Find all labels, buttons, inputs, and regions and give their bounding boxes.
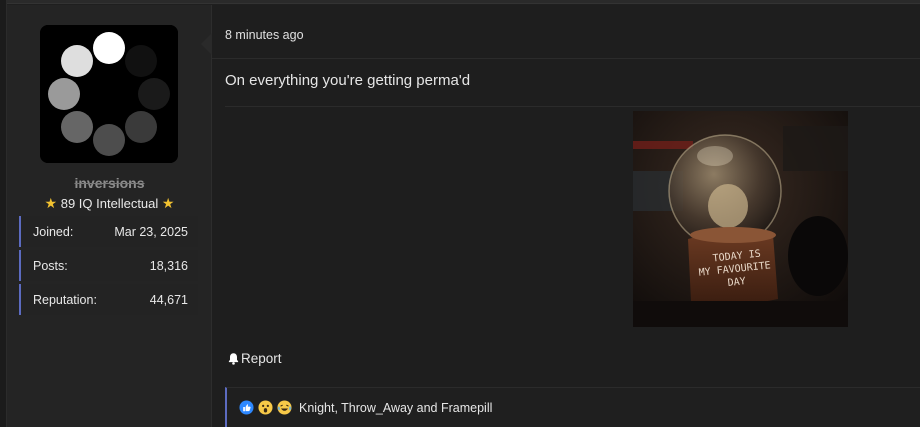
stat-posts: Posts: 18,316 [19,250,198,281]
post-image[interactable]: TODAY IS MY FAVOURITE DAY [633,111,848,327]
username[interactable]: inversions [7,175,212,191]
image-text-line3: DAY [727,276,746,289]
stat-label: Reputation: [33,292,97,307]
star-icon: ★ [44,195,58,211]
stat-value: Mar 23, 2025 [114,224,188,239]
like-icon [239,400,254,415]
report-label: Report [241,351,282,366]
user-sidebar: inversions ★ 89 IQ Intellectual ★ Joined… [7,5,212,427]
user-stats: Joined: Mar 23, 2025 Posts: 18,316 Reput… [19,216,198,318]
post-body: On everything you're getting perma'd [225,72,471,89]
left-edge [0,0,7,427]
report-button[interactable]: Report [227,351,282,366]
bell-icon [228,353,239,365]
stat-value: 18,316 [149,258,188,273]
star-icon: ★ [161,195,175,211]
avatar[interactable] [40,25,178,163]
loading-spinner-icon [40,25,178,163]
post-timestamp[interactable]: 8 minutes ago [225,28,304,42]
post-arrow [201,33,212,55]
reactions-bar[interactable]: Knight, Throw_Away and Framepill [225,387,920,427]
top-border [0,0,920,4]
wow-icon [258,400,273,415]
divider [225,106,920,107]
post-header: 8 minutes ago [212,19,920,59]
stat-label: Joined: [33,224,74,239]
stat-value: 44,671 [149,292,188,307]
stat-joined: Joined: Mar 23, 2025 [19,216,198,247]
reaction-names[interactable]: Knight, Throw_Away and Framepill [299,401,492,415]
user-title-text: 89 IQ Intellectual [60,196,159,211]
user-title: ★ 89 IQ Intellectual ★ [7,195,212,212]
stat-reputation: Reputation: 44,671 [19,284,198,315]
post: 8 minutes ago On everything you're getti… [201,5,920,427]
stat-label: Posts: [33,258,68,273]
cry-laugh-icon [277,400,292,415]
